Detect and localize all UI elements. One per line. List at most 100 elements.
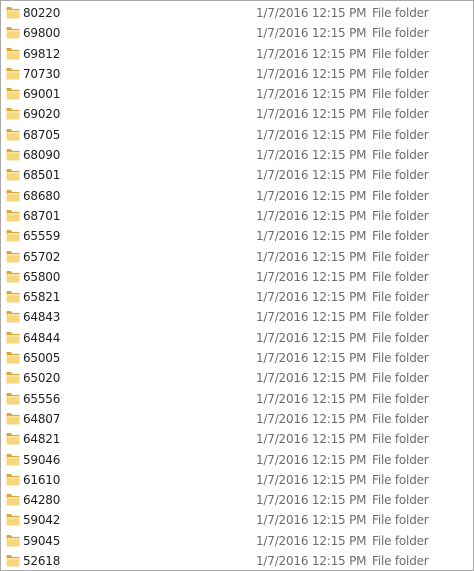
file-date-modified: 1/7/2016 12:15 PM (256, 66, 367, 81)
file-row[interactable]: 64280 1/7/2016 12:15 PM File folder (1, 490, 473, 510)
file-date-modified: 1/7/2016 12:15 PM (256, 411, 367, 426)
file-date-modified: 1/7/2016 12:15 PM (256, 26, 367, 41)
file-row[interactable]: 59046 1/7/2016 12:15 PM File folder (1, 450, 473, 470)
file-name: 68701 (23, 208, 61, 223)
file-date-modified: 1/7/2016 12:15 PM (256, 371, 367, 386)
file-type: File folder (372, 290, 429, 305)
folder-icon (6, 26, 20, 39)
file-row[interactable]: 59042 1/7/2016 12:15 PM File folder (1, 510, 473, 530)
file-row[interactable]: 68501 1/7/2016 12:15 PM File folder (1, 165, 473, 185)
file-name: 68501 (23, 168, 61, 183)
folder-icon (6, 6, 20, 19)
file-name: 64843 (23, 310, 61, 325)
file-row[interactable]: 68680 1/7/2016 12:15 PM File folder (1, 186, 473, 206)
file-row[interactable]: 65005 1/7/2016 12:15 PM File folder (1, 348, 473, 368)
file-row[interactable]: 69001 1/7/2016 12:15 PM File folder (1, 84, 473, 104)
file-name: 69812 (23, 46, 61, 61)
file-type: File folder (372, 310, 429, 325)
file-row[interactable]: 64821 1/7/2016 12:15 PM File folder (1, 429, 473, 449)
file-date-modified: 1/7/2016 12:15 PM (256, 513, 367, 528)
file-name: 59042 (23, 513, 61, 528)
folder-icon (6, 47, 20, 60)
file-row[interactable]: 65556 1/7/2016 12:15 PM File folder (1, 389, 473, 409)
folder-icon (6, 107, 20, 120)
file-date-modified: 1/7/2016 12:15 PM (256, 493, 367, 508)
file-row[interactable]: 65800 1/7/2016 12:15 PM File folder (1, 267, 473, 287)
file-type: File folder (372, 6, 429, 20)
file-type: File folder (372, 168, 429, 183)
folder-icon (6, 331, 20, 344)
file-name: 69001 (23, 87, 61, 102)
file-name: 65020 (23, 371, 61, 386)
folder-icon (6, 270, 20, 283)
file-name: 52618 (23, 554, 61, 569)
folder-icon (6, 290, 20, 303)
file-date-modified: 1/7/2016 12:15 PM (256, 452, 367, 467)
folder-icon (6, 493, 20, 506)
file-row[interactable]: 64843 1/7/2016 12:15 PM File folder (1, 307, 473, 327)
folder-icon (6, 412, 20, 425)
file-row[interactable]: 69800 1/7/2016 12:15 PM File folder (1, 23, 473, 43)
file-list: 80220 1/7/2016 12:15 PM File folder 69800 1/… (1, 3, 473, 570)
file-name: 70730 (23, 66, 61, 81)
folder-icon (6, 351, 20, 364)
file-row[interactable]: 70730 1/7/2016 12:15 PM File folder (1, 64, 473, 84)
file-type: File folder (372, 208, 429, 223)
folder-icon (6, 67, 20, 80)
file-row[interactable]: 52618 1/7/2016 12:15 PM File folder (1, 551, 473, 570)
file-date-modified: 1/7/2016 12:15 PM (256, 168, 367, 183)
file-row[interactable]: 80220 1/7/2016 12:15 PM File folder (1, 3, 473, 23)
file-type: File folder (372, 554, 429, 569)
file-name: 65005 (23, 351, 61, 366)
folder-icon (6, 513, 20, 526)
file-date-modified: 1/7/2016 12:15 PM (256, 290, 367, 305)
file-type: File folder (372, 249, 429, 264)
file-type: File folder (372, 472, 429, 487)
file-type: File folder (372, 229, 429, 244)
file-row[interactable]: 64807 1/7/2016 12:15 PM File folder (1, 409, 473, 429)
folder-icon (6, 87, 20, 100)
file-date-modified: 1/7/2016 12:15 PM (256, 310, 367, 325)
file-date-modified: 1/7/2016 12:15 PM (256, 472, 367, 487)
folder-icon (6, 392, 20, 405)
folder-icon (6, 534, 20, 547)
folder-icon (6, 554, 20, 567)
folder-icon (6, 168, 20, 181)
file-type: File folder (372, 351, 429, 366)
file-date-modified: 1/7/2016 12:15 PM (256, 269, 367, 284)
file-row[interactable]: 68701 1/7/2016 12:15 PM File folder (1, 206, 473, 226)
file-date-modified: 1/7/2016 12:15 PM (256, 188, 367, 203)
file-type: File folder (372, 127, 429, 142)
file-name: 59045 (23, 533, 61, 548)
file-type: File folder (372, 269, 429, 284)
file-date-modified: 1/7/2016 12:15 PM (256, 249, 367, 264)
file-type: File folder (372, 493, 429, 508)
file-name: 64807 (23, 411, 61, 426)
file-name: 68680 (23, 188, 61, 203)
file-name: 65800 (23, 269, 61, 284)
file-type: File folder (372, 432, 429, 447)
file-row[interactable]: 64844 1/7/2016 12:15 PM File folder (1, 328, 473, 348)
file-type: File folder (372, 533, 429, 548)
file-row[interactable]: 65020 1/7/2016 12:15 PM File folder (1, 368, 473, 388)
file-date-modified: 1/7/2016 12:15 PM (256, 432, 367, 447)
file-row[interactable]: 69812 1/7/2016 12:15 PM File folder (1, 44, 473, 64)
file-row[interactable]: 65559 1/7/2016 12:15 PM File folder (1, 226, 473, 246)
file-row[interactable]: 59045 1/7/2016 12:15 PM File folder (1, 531, 473, 551)
file-row[interactable]: 69020 1/7/2016 12:15 PM File folder (1, 104, 473, 124)
file-name: 64821 (23, 432, 61, 447)
file-date-modified: 1/7/2016 12:15 PM (256, 330, 367, 345)
file-name: 68090 (23, 148, 61, 163)
folder-icon (6, 209, 20, 222)
file-row[interactable]: 68705 1/7/2016 12:15 PM File folder (1, 125, 473, 145)
file-row[interactable]: 65702 1/7/2016 12:15 PM File folder (1, 247, 473, 267)
folder-icon (6, 310, 20, 323)
file-row[interactable]: 65821 1/7/2016 12:15 PM File folder (1, 287, 473, 307)
file-type: File folder (372, 148, 429, 163)
file-date-modified: 1/7/2016 12:15 PM (256, 554, 367, 569)
file-name: 61610 (23, 472, 61, 487)
file-row[interactable]: 61610 1/7/2016 12:15 PM File folder (1, 470, 473, 490)
file-row[interactable]: 68090 1/7/2016 12:15 PM File folder (1, 145, 473, 165)
file-date-modified: 1/7/2016 12:15 PM (256, 533, 367, 548)
file-name: 59046 (23, 452, 61, 467)
